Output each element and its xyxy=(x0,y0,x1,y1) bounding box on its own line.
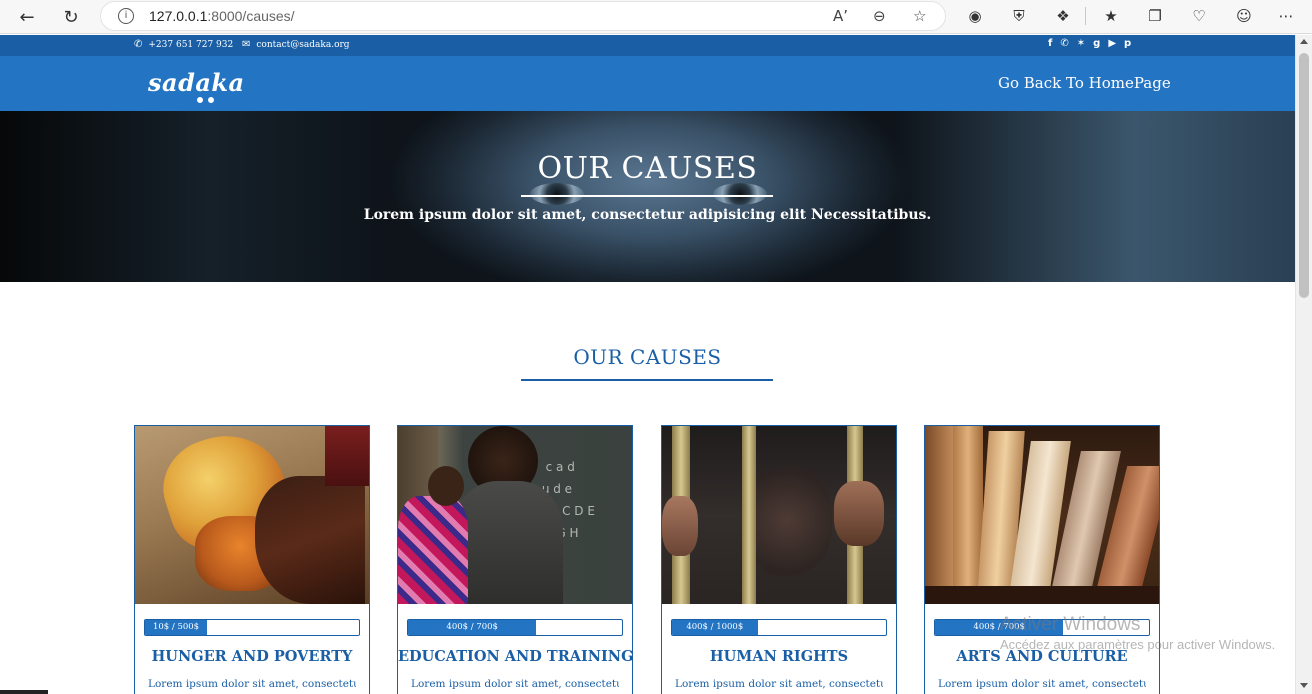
back-arrow-icon[interactable]: ← xyxy=(14,4,40,30)
watermark-subtitle: Accédez aux paramètres pour activer Wind… xyxy=(1000,637,1276,652)
phone-number: +237 651 727 932 xyxy=(148,39,234,50)
cause-card-arts[interactable]: 400$ / 700$ ARTS AND CULTURE Lorem ipsum… xyxy=(924,425,1160,694)
email-contact[interactable]: ✉ contact@sadaka.org xyxy=(242,39,350,50)
hero-hair xyxy=(895,111,1295,282)
cause-description: Lorem ipsum dolor sit amet, consectetur xyxy=(675,678,883,690)
browser-toolbar: ← ↻ i 127.0.0.1:8000/causes/ Aʼ ⊖ ☆ ◉ ⛨ … xyxy=(0,0,1312,34)
google-plus-icon[interactable]: g xyxy=(1093,38,1100,49)
profile-avatar-icon[interactable]: ☺ xyxy=(1232,5,1256,27)
reload-icon[interactable]: ↻ xyxy=(58,4,84,30)
collections-icon[interactable]: ❐ xyxy=(1143,5,1167,27)
cause-description: Lorem ipsum dolor sit amet, consectetur xyxy=(148,678,356,690)
logo-cart-icon xyxy=(193,97,223,105)
pinterest-icon[interactable]: p xyxy=(1124,38,1131,49)
cause-description: Lorem ipsum dolor sit amet, consectetur xyxy=(411,678,619,690)
favorites-icon[interactable]: ★ xyxy=(1099,5,1123,27)
section-divider xyxy=(521,379,773,381)
phone-contact: ✆ +237 651 727 932 xyxy=(134,39,233,50)
education-image[interactable]: c a d u d eA B C D E F G H xyxy=(398,426,632,604)
page-scrollbar[interactable] xyxy=(1295,35,1312,694)
extensions-puzzle-icon[interactable]: ❖ xyxy=(1051,5,1075,27)
watermark-title: Activer Windows xyxy=(1000,614,1141,635)
settings-more-icon[interactable]: ⋯ xyxy=(1274,5,1298,27)
section-title: OUR CAUSES xyxy=(573,345,722,369)
cause-card-hunger[interactable]: 10$ / 500$ HUNGER AND POVERTY Lorem ipsu… xyxy=(134,425,370,694)
cause-title[interactable]: HUNGER AND POVERTY xyxy=(135,648,369,665)
windows-activation-watermark: Activer Windows Accédez aux paramètres p… xyxy=(1000,614,1275,652)
hero-title: OUR CAUSES xyxy=(537,151,758,186)
cause-description: Lorem ipsum dolor sit amet, consectetur xyxy=(938,678,1146,690)
cause-card-human-rights[interactable]: 400$ / 1000$ HUMAN RIGHTS Lorem ipsum do… xyxy=(661,425,897,694)
arts-image[interactable] xyxy=(925,426,1159,604)
site-info-icon[interactable]: i xyxy=(118,8,134,24)
hero-subtitle: Lorem ipsum dolor sit amet, consectetur … xyxy=(363,207,932,223)
read-aloud-icon[interactable]: Aʼ xyxy=(833,7,848,25)
hero-shadow xyxy=(0,111,380,282)
hero-divider xyxy=(521,195,773,197)
shield-icon[interactable]: ⛨ xyxy=(1007,5,1031,27)
sadaka-logo[interactable]: sadaka xyxy=(148,68,245,97)
hero-eye-right xyxy=(713,183,767,205)
facebook-icon[interactable]: f xyxy=(1048,38,1052,49)
cause-title[interactable]: EDUCATION AND TRAINING xyxy=(398,648,633,665)
cause-card-education[interactable]: c a d u d eA B C D E F G H 400$ / 700$ E… xyxy=(397,425,633,694)
home-link[interactable]: Go Back To HomePage xyxy=(998,74,1171,92)
donation-progress-bar: 10$ / 500$ xyxy=(144,619,360,636)
progress-label: 400$ / 1000$ xyxy=(686,622,744,632)
scroll-up-icon[interactable] xyxy=(1300,39,1308,44)
human-rights-image[interactable] xyxy=(662,426,896,604)
youtube-icon[interactable]: ▶ xyxy=(1108,38,1116,49)
progress-label: 10$ / 500$ xyxy=(152,622,200,632)
envelope-icon: ✉ xyxy=(242,39,251,50)
hero-banner: OUR CAUSES Lorem ipsum dolor sit amet, c… xyxy=(0,111,1295,282)
taskbar-edge xyxy=(0,690,48,694)
social-links: f ✆ ✶ g ▶ p xyxy=(1048,38,1131,49)
toolbar-divider xyxy=(1085,7,1086,25)
address-bar[interactable]: i 127.0.0.1:8000/causes/ Aʼ ⊖ ☆ xyxy=(100,1,946,31)
donation-progress-bar: 400$ / 700$ xyxy=(407,619,623,636)
favorite-star-icon[interactable]: ☆ xyxy=(913,7,926,25)
hero-eye-left xyxy=(530,183,584,205)
twitter-icon[interactable]: ✶ xyxy=(1077,38,1085,49)
extension-avatar-icon[interactable]: ◉ xyxy=(963,5,987,27)
scroll-down-icon[interactable] xyxy=(1300,683,1308,688)
browser-essentials-icon[interactable]: ♡ xyxy=(1187,5,1211,27)
cause-title[interactable]: HUMAN RIGHTS xyxy=(662,648,896,665)
donation-progress-bar: 400$ / 1000$ xyxy=(671,619,887,636)
whatsapp-icon[interactable]: ✆ xyxy=(1060,38,1068,49)
hunger-image[interactable] xyxy=(135,426,369,604)
url-text[interactable]: 127.0.0.1:8000/causes/ xyxy=(149,8,295,24)
scrollbar-thumb[interactable] xyxy=(1299,53,1309,298)
site-header: sadaka Go Back To HomePage xyxy=(0,56,1295,111)
phone-icon: ✆ xyxy=(134,39,143,50)
top-contact-bar: ✆ +237 651 727 932 ✉ contact@sadaka.org … xyxy=(0,35,1295,56)
progress-label: 400$ / 700$ xyxy=(446,622,498,632)
zoom-icon[interactable]: ⊖ xyxy=(873,7,886,25)
email-address[interactable]: contact@sadaka.org xyxy=(256,40,349,50)
